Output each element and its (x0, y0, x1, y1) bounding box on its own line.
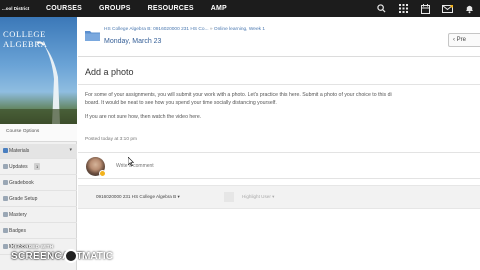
notifications-icon[interactable] (458, 0, 480, 17)
discussion-body-line: For some of your assignments, you will s… (85, 92, 392, 98)
updates-icon (3, 164, 8, 169)
divider (78, 84, 480, 85)
gradebook-icon (3, 180, 8, 185)
discussion-card: Add a photo For some of your assignments… (78, 56, 480, 270)
watermark-suffix: MATIC (82, 251, 113, 262)
course-banner-title: COLLEGE ALGEBRA (3, 29, 48, 49)
district-logo[interactable]: ...ool District (0, 0, 30, 17)
discussion-body-line: board. It would be neat to see how you s… (85, 100, 277, 106)
nav-icons (370, 0, 480, 17)
highlight-user-checkbox[interactable] (224, 192, 234, 202)
nav-groups[interactable]: GROUPS (99, 0, 131, 17)
sidebar-item-gradebook[interactable]: Gradebook (0, 176, 77, 191)
sidebar-item-label: Materials (9, 148, 30, 154)
grid-icon[interactable] (392, 0, 414, 17)
discussion-title: Add a photo (85, 67, 134, 77)
sidebar-item-label: Mastery (9, 212, 27, 218)
sidebar-item-materials[interactable]: Materials ▾ (0, 144, 77, 159)
chevron-down-icon[interactable]: ▾ (69, 147, 72, 153)
chevron-down-icon: ▾ (272, 194, 275, 199)
sidebar-item-label: Updates (9, 164, 28, 170)
app-root: ...ool District COURSES GROUPS RESOURCES… (0, 0, 480, 270)
chevron-down-icon: ▾ (177, 194, 180, 199)
previous-button-label: Pre (456, 37, 467, 43)
recording-watermark: RECORDED WITH SCREENCAST MATIC (2, 244, 113, 268)
previous-button[interactable]: ‹ Pre (448, 33, 480, 47)
mouse-cursor-icon (128, 157, 134, 166)
highlight-user-label: Highlight User (242, 194, 271, 199)
course-banner-image[interactable]: COLLEGE ALGEBRA (0, 17, 77, 124)
nav-links: COURSES GROUPS RESOURCES AMP (46, 0, 244, 17)
course-options-button[interactable]: Course Options (0, 124, 77, 142)
mail-icon[interactable] (436, 0, 458, 17)
highlight-user-dropdown[interactable]: Highlight User ▾ (242, 194, 274, 200)
course-sidebar: COLLEGE ALGEBRA Course Options Materials… (0, 17, 77, 270)
page-title: Monday, March 23 (104, 38, 162, 45)
discussion-body-line: If you are not sure how, then watch the … (85, 114, 202, 120)
comment-input[interactable] (112, 158, 478, 174)
materials-icon (3, 148, 8, 153)
sidebar-item-grade-setup[interactable]: Grade Setup (0, 192, 77, 207)
screencast-logo-icon (64, 249, 78, 263)
updates-count-badge: 1 (34, 163, 41, 170)
sidebar-item-label: Gradebook (9, 180, 34, 186)
discussion-filter-bar: 0916020000 231 HS College Algebra B ▾ Hi… (78, 185, 480, 209)
section-dropdown-label: 0916020000 231 HS College Algebra B (96, 194, 177, 199)
page-header: HS College Algebra B: 0916020000 231 HS … (82, 22, 480, 50)
sidebar-item-badges[interactable]: Badges (0, 224, 77, 239)
course-options-label: Course Options (6, 129, 40, 134)
folder-icon (85, 28, 100, 46)
section-dropdown[interactable]: 0916020000 231 HS College Algebra B ▾ (96, 194, 180, 200)
breadcrumb-course-link[interactable]: HS College Algebra B: 0916020000 231 HS … (104, 27, 209, 32)
sidebar-item-label: Badges (9, 228, 26, 234)
posted-timestamp: Posted today at 3:10 pm (85, 137, 137, 142)
grade-setup-icon (3, 196, 8, 201)
badges-icon (3, 228, 8, 233)
nav-resources[interactable]: RESOURCES (148, 0, 194, 17)
breadcrumb-separator: » (209, 27, 213, 32)
sidebar-item-label: Grade Setup (9, 196, 38, 202)
breadcrumb-folder-link[interactable]: Online learning, Week 1 (214, 27, 265, 32)
sidebar-item-updates[interactable]: Updates 1 (0, 160, 77, 175)
mastery-icon (3, 212, 8, 217)
comment-composer (78, 152, 480, 179)
nav-courses[interactable]: COURSES (46, 0, 82, 17)
watermark-caption: RECORDED WITH (11, 244, 54, 249)
search-icon[interactable] (370, 0, 392, 17)
nav-amp[interactable]: AMP (211, 0, 227, 17)
avatar-status-icon (99, 170, 106, 177)
breadcrumb: HS College Algebra B: 0916020000 231 HS … (104, 27, 265, 32)
top-navigation-bar: ...ool District COURSES GROUPS RESOURCES… (0, 0, 480, 17)
sidebar-item-mastery[interactable]: Mastery (0, 208, 77, 223)
calendar-icon[interactable] (414, 0, 436, 17)
